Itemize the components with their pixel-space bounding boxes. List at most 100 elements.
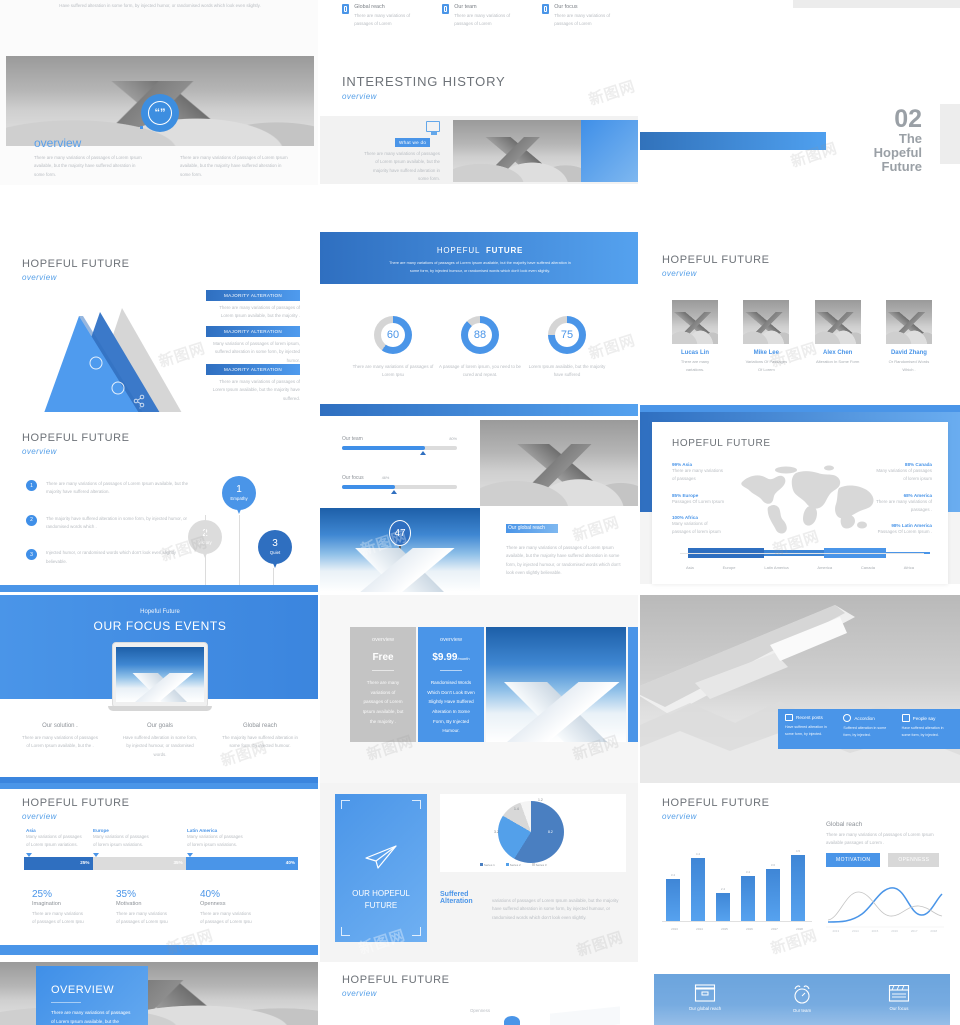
map-stat-item[interactable]: 85% Europe Passages Of Lorem Ipsum xyxy=(672,493,724,506)
slide-pie-chart[interactable]: OUR HOPEFUL FUTURE 8.2 3.2 1.4 1.2 Serie… xyxy=(320,783,640,963)
page-title: HOPEFUL FUTURE xyxy=(22,258,130,270)
slide-team-members[interactable]: HOPEFUL FUTURE overview Lucas Lin There … xyxy=(640,232,960,412)
slide-sliders-and-photos[interactable]: Our team 80% Our focus 46% INJECTED HUMO… xyxy=(320,412,640,592)
chart-tabs[interactable]: MOTIVATION OPENNESS xyxy=(826,853,940,867)
donut-stat-item[interactable]: 88 A passage of lorem ipsum, you need to… xyxy=(437,316,523,380)
slide-numbered-list-pins[interactable]: HOPEFUL FUTURE overview 1 There are many… xyxy=(0,420,320,592)
calendar-icon xyxy=(785,714,793,721)
slider-handle[interactable] xyxy=(391,490,398,494)
focus-column[interactable]: Global reach The majority have suffered … xyxy=(220,723,300,759)
slider-row[interactable]: Our team 80% xyxy=(342,436,457,455)
slide-world-map-stats[interactable]: HOPEFUL FUTURE 99% Asia There are many v… xyxy=(640,412,960,592)
legend-entry: Series 1 xyxy=(483,863,495,867)
numbered-list-item[interactable]: 1 There are many variations of passages … xyxy=(26,480,196,497)
focus-column[interactable]: Our solution . There are many variations… xyxy=(20,723,100,759)
member-photo xyxy=(814,300,861,344)
pie-chart xyxy=(498,801,564,863)
slider-handle[interactable] xyxy=(420,451,427,455)
stat-block[interactable]: 25% Imagination There are many variation… xyxy=(32,889,84,927)
numbered-list-item[interactable]: 2 The majority have suffered alteration … xyxy=(26,514,196,532)
segmented-progress-bar[interactable]: 25% 35% 40% xyxy=(24,857,298,870)
card-price: $9.99 xyxy=(432,652,458,663)
pin-label: Empathy xyxy=(230,496,248,501)
axis-tick: Canada xyxy=(860,565,875,571)
stat-block[interactable]: 35% Motivation There are many variations… xyxy=(116,889,168,927)
card-label: overview xyxy=(371,637,395,643)
stat-block[interactable]: 40% Openness There are many variations o… xyxy=(200,889,252,927)
slide-donut-stats[interactable]: HOPEFUL FUTURE There are many variations… xyxy=(320,232,640,412)
overlay-label: People say xyxy=(912,715,936,721)
what-we-do-badge[interactable]: What we do xyxy=(395,138,431,147)
overlay-feature[interactable]: Accordion Suffered alteration in some fo… xyxy=(843,714,894,744)
alarm-icon xyxy=(794,985,810,1004)
airplane-photo xyxy=(640,595,960,785)
donut-stat-item[interactable]: 60 There are many variations of passages… xyxy=(350,316,436,380)
member-name: Mike Lee xyxy=(753,350,779,356)
map-stat-item[interactable]: 99% Asia There are many variations of pa… xyxy=(672,462,724,484)
feature-item[interactable]: Our team There are many variations of pa… xyxy=(442,4,522,29)
watermark: 新图网 xyxy=(570,513,622,545)
segment-marker[interactable]: Europe Many variations of passages of lo… xyxy=(93,828,153,857)
map-stat-item[interactable]: 68% America There are many variations of… xyxy=(876,493,932,515)
map-stat-item[interactable]: 98% Latin America Passages Of Lorem Ipsu… xyxy=(876,523,932,536)
pie-label: 1.2 xyxy=(538,798,543,802)
donut-stat-item[interactable]: 75 Lorem Ipsum available, but the majori… xyxy=(524,316,610,380)
tab-openness[interactable]: OPENNESS xyxy=(888,853,940,867)
pyramid-layer-item[interactable]: MAJORITY ALTERATION There are many varia… xyxy=(206,290,300,321)
slide-variations-of-passages[interactable]: VARIATIONS OF PASSAGES Have suffered alt… xyxy=(0,0,320,185)
slide-focus-events-laptop[interactable]: Hopeful Future OUR FOCUS EVENTS Our solu… xyxy=(0,595,320,785)
segment-pct: 25% xyxy=(80,860,90,865)
hopeful-future-panel[interactable]: OUR HOPEFUL FUTURE xyxy=(335,794,427,942)
slide-progress-segments[interactable]: HOPEFUL FUTURE overview Asia Many variat… xyxy=(0,783,320,963)
slide-bar-and-line-charts[interactable]: HOPEFUL FUTURE overview 3.4 4.4 2.4 3.4 … xyxy=(640,783,960,963)
slide-section-divider-02[interactable]: Words which. There are many variations o… xyxy=(640,0,960,220)
global-reach-badge[interactable]: Our global reach xyxy=(508,524,564,532)
layer-text: Many variations of passages of lorem ips… xyxy=(213,341,300,363)
slide-overview-photo-panel[interactable]: OVERVIEW There are many variations of pa… xyxy=(0,962,320,1025)
team-member-card[interactable]: Alex Chen Alteration In Some Form xyxy=(814,300,861,373)
pin-marker[interactable]: 3 Quiet xyxy=(258,530,292,568)
segment-marker[interactable]: Asia Many variations of passages of Lore… xyxy=(26,828,86,857)
donut-caption: There are many variations of passages of… xyxy=(352,364,434,378)
overlay-text: Have suffered alteration in some form, b… xyxy=(901,726,944,737)
tab-motivation[interactable]: MOTIVATION xyxy=(826,853,881,867)
quote-icon: “” xyxy=(141,94,179,132)
team-member-card[interactable]: Mike Lee Variations Of Passages Of Lorem xyxy=(743,300,790,373)
slide-openness[interactable]: HOPEFUL FUTURE overview Openness xyxy=(320,962,640,1025)
pyramid-layer-item[interactable]: MAJORITY ALTERATION There are many varia… xyxy=(206,364,300,403)
icon-item[interactable]: Our focus xyxy=(864,984,934,1013)
column-text: There are many variations of passages of… xyxy=(22,735,98,749)
icon-item[interactable]: Our team xyxy=(767,984,837,1013)
slide-icon-trio[interactable]: Our global reach Our team Our focus xyxy=(640,962,960,1025)
feature-label: Our team xyxy=(454,4,477,10)
map-stat-item[interactable]: 100% Africa Many variations of passages … xyxy=(672,515,724,537)
team-member-card[interactable]: David Zhang Or Randomised Words Which . xyxy=(885,300,932,373)
member-role: Or Randomised Words Which . xyxy=(888,359,930,372)
slide-airplane-wing-features[interactable]: Recent posts Have suffered alteration in… xyxy=(640,595,960,785)
pyramid-layer-item[interactable]: MAJORITY ALTERATION Many variations of p… xyxy=(206,326,300,365)
team-member-card[interactable]: Lucas Lin There are many variations. xyxy=(672,300,718,373)
pricing-card-paid[interactable]: overview $9.99/month Randomised Words Wh… xyxy=(418,627,484,742)
numbered-list-item[interactable]: 3 Injected humor, or randomised words wh… xyxy=(26,549,196,566)
focus-column[interactable]: Our goals Have suffered alteration in so… xyxy=(120,723,200,759)
bottom-bar xyxy=(320,404,640,412)
donut-caption: Lorem Ipsum available, but the majority … xyxy=(528,364,606,378)
column-label: Global reach xyxy=(242,723,278,729)
pin-marker[interactable]: 1 Empathy xyxy=(222,476,256,514)
banner-title-bold: FUTURE xyxy=(485,246,524,255)
feature-item[interactable]: Global reach There are many variations o… xyxy=(342,4,422,29)
slide-pyramid-layers[interactable]: HOPEFUL FUTURE overview MAJORITY ALTERAT… xyxy=(0,240,320,412)
overlay-feature[interactable]: Recent posts Have suffered alteration in… xyxy=(785,714,836,744)
slider-row[interactable]: Our focus 46% xyxy=(342,475,457,494)
map-stat-item[interactable]: 88% Canada Many variations of passages o… xyxy=(876,462,932,484)
pricing-card-free[interactable]: overview Free There are many variations … xyxy=(350,627,416,742)
feature-item[interactable]: Our focus There are many variations of p… xyxy=(542,4,622,29)
chart-shape xyxy=(504,1016,520,1025)
bar-value: 3.4 xyxy=(670,873,676,877)
overlay-feature[interactable]: People say Have suffered alteration in s… xyxy=(901,714,953,744)
slide-interesting-history[interactable]: Global reach There are many variations o… xyxy=(320,0,640,220)
axis-tick: 2018 xyxy=(796,927,803,931)
segment-marker[interactable]: Latin America Many variations of passage… xyxy=(187,828,247,857)
slide-pricing-cards[interactable]: overview Free There are many variations … xyxy=(320,595,640,785)
icon-item[interactable]: Our global reach xyxy=(670,984,740,1013)
